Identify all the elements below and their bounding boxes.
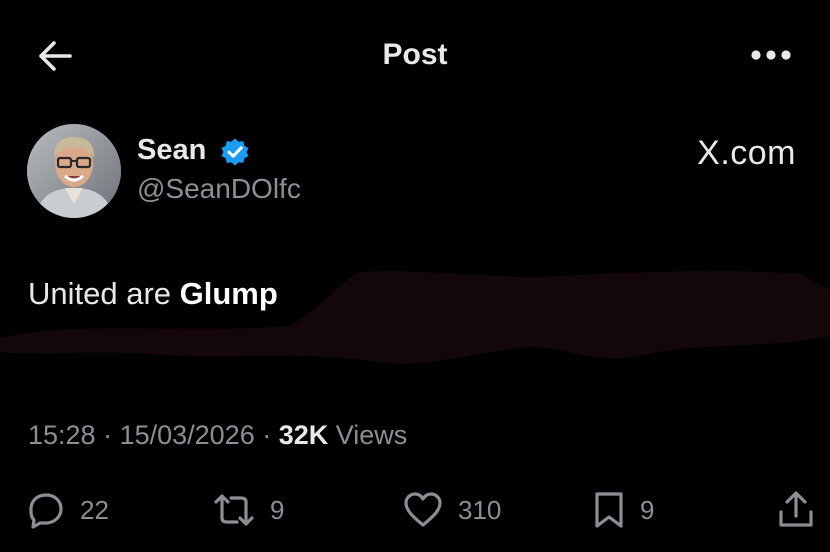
repost-icon [214,494,254,526]
avatar[interactable] [27,124,121,218]
repost-button[interactable]: 9 [212,482,284,538]
tweet-text-bold: Glump [179,276,278,311]
profile-photo [27,124,121,218]
author-name[interactable]: Sean [137,134,206,167]
bookmark-count: 9 [640,494,655,525]
like-button[interactable]: 310 [402,482,501,538]
post-date[interactable]: 15/03/2026 [120,420,255,450]
meta-separator: · [95,420,120,450]
action-bar: 22 9 310 9 [0,482,830,538]
bookmark-icon [595,492,623,528]
text-smudge-decoration [0,270,830,364]
bookmark-button[interactable]: 9 [592,482,654,538]
author-handle[interactable]: @SeanDOlfc [137,173,301,205]
repost-count: 9 [270,494,285,525]
tweet-text-plain: United are [28,276,180,311]
reply-count: 22 [80,494,109,525]
share-icon [779,491,813,527]
x-watermark: X.com [697,134,796,172]
share-button[interactable] [776,482,816,538]
tweet-meta: 15:28 · 15/03/2026 · 32K Views [28,420,407,451]
tweet-text: United are Glump [28,276,278,312]
views-label: Views [328,420,408,450]
top-bar: Post [0,0,830,110]
page-title: Post [382,38,448,71]
more-options-button[interactable] [748,40,794,70]
reply-icon [29,493,63,529]
meta-separator: · [254,420,279,450]
verified-badge-icon [220,137,250,167]
more-dots-icon [751,50,791,60]
reply-button[interactable]: 22 [26,482,109,538]
views-count[interactable]: 32K [279,420,329,450]
post-time[interactable]: 15:28 [28,420,96,450]
like-count: 310 [458,494,502,525]
heart-icon [404,492,442,527]
